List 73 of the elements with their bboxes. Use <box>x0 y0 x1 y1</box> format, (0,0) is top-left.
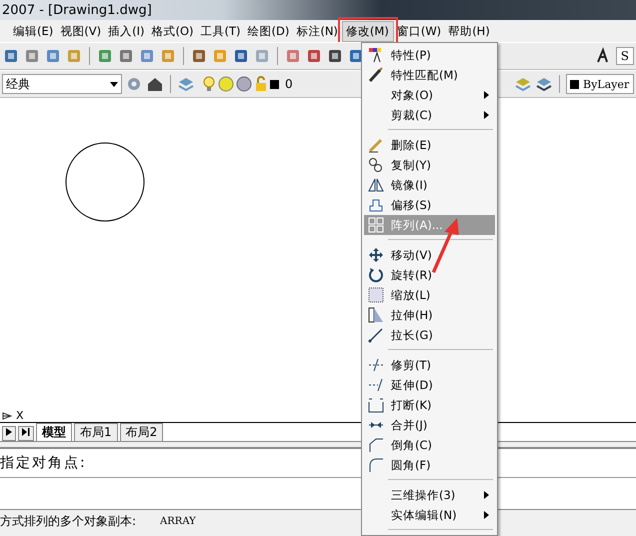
skip-end-icon <box>22 428 30 436</box>
menu-item[interactable]: 剪裁(C) <box>364 105 495 125</box>
menu-item[interactable]: 旋转(R) <box>364 265 495 285</box>
menu-item[interactable]: 对象(O) <box>364 85 495 105</box>
menu-item[interactable]: 延伸(D) <box>364 375 495 395</box>
lightbulb-icon <box>202 76 216 92</box>
rotate-icon <box>368 267 384 283</box>
toolbar-icon[interactable] <box>190 47 208 65</box>
toolbar-icon[interactable] <box>2 47 20 65</box>
color-dropdown[interactable]: ByLayer <box>566 74 634 94</box>
grid-icon <box>368 217 384 233</box>
eraser-icon <box>368 137 384 153</box>
toolbar-icon[interactable] <box>326 47 344 65</box>
padlock-icon <box>254 76 268 92</box>
stretch-icon <box>368 307 384 323</box>
layout-tab[interactable]: 布局1 <box>74 423 118 441</box>
menu-item[interactable]: 打断(K) <box>364 395 495 415</box>
menu-item[interactable]: 窗口(W) <box>394 22 446 40</box>
layout-tab[interactable]: 布局2 <box>120 423 164 441</box>
menu-item[interactable]: 拉伸(H) <box>364 305 495 325</box>
scale-icon <box>368 287 384 303</box>
toolbar-icon[interactable] <box>232 47 250 65</box>
line-icon <box>368 327 384 343</box>
fillet-icon <box>368 457 384 473</box>
chamfer-icon <box>368 437 384 453</box>
menu-item[interactable]: 圆角(F) <box>364 455 495 475</box>
menu-item[interactable]: 编辑(E) <box>10 22 58 40</box>
menu-item[interactable]: 拉长(G) <box>364 325 495 345</box>
menu-item[interactable]: 帮助(H) <box>445 22 494 40</box>
offset-icon <box>368 197 384 213</box>
status-command: ARRAY <box>160 516 196 526</box>
menu-item[interactable]: 三维操作(3) <box>364 485 495 505</box>
status-prompt: 方式排列的多个对象副本: <box>0 512 136 530</box>
menu-item[interactable]: 实体编辑(N) <box>364 505 495 525</box>
menu-item[interactable]: 缩放(L) <box>364 285 495 305</box>
menu-item[interactable]: 标注(N) <box>293 22 342 40</box>
toolbar-icon[interactable] <box>117 47 135 65</box>
extend-icon <box>368 377 384 393</box>
brush-icon <box>368 67 384 83</box>
menu-item[interactable]: 移动(V) <box>364 245 495 265</box>
menu-item[interactable]: 视图(V) <box>57 22 106 40</box>
dropdown-caret-icon <box>110 82 118 86</box>
toolbar-icon[interactable] <box>305 47 323 65</box>
copy-icon <box>368 157 384 173</box>
layers-icon[interactable] <box>535 75 553 93</box>
layer-dropdown[interactable]: 0 <box>198 76 297 92</box>
menu-item[interactable]: 镜像(I) <box>364 175 495 195</box>
menu-item[interactable]: 特性匹配(M) <box>364 65 495 85</box>
break-icon <box>368 397 384 413</box>
menu-item[interactable]: 特性(P) <box>364 45 495 65</box>
trim-icon <box>368 357 384 373</box>
menu-item[interactable]: 插入(I) <box>105 22 148 40</box>
ucs-arrow-icon <box>2 412 12 420</box>
menu-item[interactable]: 复制(Y) <box>364 155 495 175</box>
menu-item[interactable]: 格式(O) <box>148 22 198 40</box>
menu-item[interactable]: 合并(J) <box>364 415 495 435</box>
window-title: 2007 - [Drawing1.dwg] <box>2 2 152 18</box>
house-icon[interactable] <box>146 75 164 93</box>
last-tab-button[interactable] <box>18 426 34 441</box>
workspace-dropdown[interactable]: 经典 <box>2 74 122 94</box>
menu-item[interactable]: 工具(T) <box>198 22 244 40</box>
move-icon <box>368 247 384 263</box>
properties-icon <box>368 47 384 63</box>
mirror-icon <box>368 177 384 193</box>
text-style-field[interactable]: S <box>616 47 634 65</box>
menu-item[interactable]: 删除(E) <box>364 135 495 155</box>
play-icon <box>6 428 12 436</box>
menu-item[interactable]: 修剪(T) <box>364 355 495 375</box>
axis-label: X <box>16 409 24 422</box>
menu-item[interactable]: 偏移(S) <box>364 195 495 215</box>
layout-tab[interactable]: 模型 <box>36 423 72 441</box>
next-tab-button[interactable] <box>2 426 16 441</box>
menu-item[interactable]: 绘图(D) <box>244 22 294 40</box>
